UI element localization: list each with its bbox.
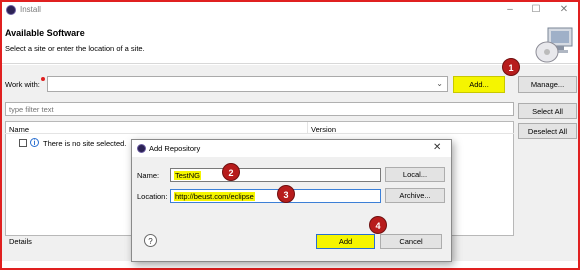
manage-button[interactable]: Manage... xyxy=(518,76,577,93)
local-button[interactable]: Local... xyxy=(385,167,445,182)
window-title: Install xyxy=(20,5,41,14)
archive-button[interactable]: Archive... xyxy=(385,188,445,203)
location-field-value: http://beust.com/eclipse xyxy=(174,192,255,201)
details-area xyxy=(2,261,578,268)
table-header xyxy=(5,122,514,134)
eclipse-logo-icon xyxy=(6,5,16,15)
filter-input[interactable] xyxy=(5,102,514,116)
step-marker-4: 4 xyxy=(369,216,387,234)
details-label: Details xyxy=(9,237,32,246)
required-indicator-icon xyxy=(41,77,45,81)
work-with-label: Work with: xyxy=(5,80,40,89)
column-header-name[interactable]: Name xyxy=(9,125,29,134)
row-checkbox[interactable] xyxy=(19,139,27,147)
minimize-button[interactable]: – xyxy=(502,3,518,17)
chevron-down-icon[interactable]: ⌄ xyxy=(436,79,443,88)
install-graphic-icon xyxy=(534,24,576,64)
info-icon: i xyxy=(30,138,39,147)
page-title: Available Software xyxy=(5,28,85,38)
wizard-header xyxy=(2,20,578,64)
add-site-button[interactable]: Add... xyxy=(453,76,505,93)
name-field-value: TestNG xyxy=(174,171,202,180)
step-marker-1: 1 xyxy=(502,58,520,76)
name-field[interactable]: TestNG xyxy=(170,168,381,182)
close-button[interactable]: ✕ xyxy=(556,3,572,17)
title-bar xyxy=(2,2,578,20)
step-marker-3: 3 xyxy=(277,185,295,203)
select-all-button[interactable]: Select All xyxy=(518,103,577,119)
table-row-text: There is no site selected. xyxy=(43,139,127,148)
name-label: Name: xyxy=(137,171,160,180)
help-icon[interactable]: ? xyxy=(144,234,157,247)
maximize-button[interactable]: ☐ xyxy=(528,3,544,17)
add-repository-button[interactable]: Add xyxy=(316,234,375,249)
step-marker-2: 2 xyxy=(222,163,240,181)
deselect-all-button[interactable]: Deselect All xyxy=(518,123,577,139)
work-with-combo[interactable]: ⌄ xyxy=(47,76,448,92)
column-header-version[interactable]: Version xyxy=(311,125,336,134)
dialog-close-icon[interactable]: ✕ xyxy=(433,142,441,153)
page-subtitle: Select a site or enter the location of a… xyxy=(5,44,145,53)
dialog-title: Add Repository xyxy=(149,144,201,153)
eclipse-logo-icon xyxy=(137,144,146,153)
cancel-button[interactable]: Cancel xyxy=(380,234,442,249)
location-field[interactable]: http://beust.com/eclipse xyxy=(170,189,381,203)
column-divider xyxy=(307,122,308,134)
location-label: Location: xyxy=(137,192,168,201)
